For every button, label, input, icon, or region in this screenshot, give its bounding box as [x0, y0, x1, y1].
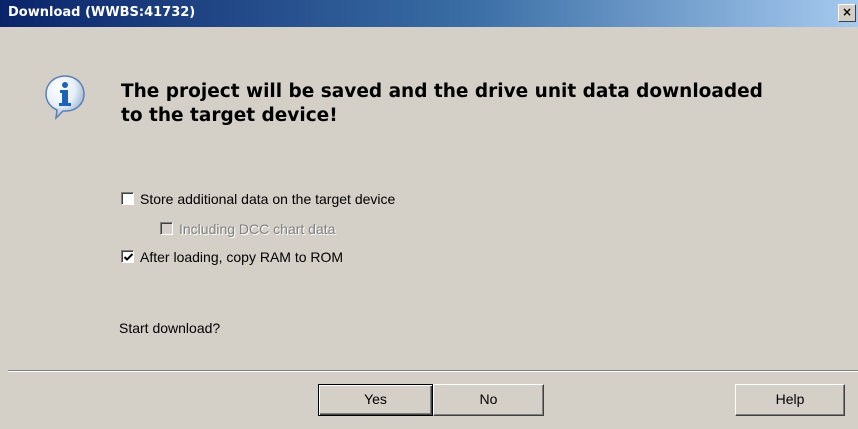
copy-ram-to-rom-checkbox[interactable] [121, 250, 134, 263]
store-additional-data-label: Store additional data on the target devi… [140, 191, 396, 207]
download-dialog: Download (WWBS:41732) × The project will… [0, 0, 858, 429]
title-bar[interactable]: Download (WWBS:41732) × [0, 0, 858, 27]
including-dcc-chart-data-checkbox [160, 222, 173, 235]
checkmark-icon [123, 253, 134, 261]
including-dcc-chart-data-label: Including DCC chart data [179, 221, 336, 237]
no-button[interactable]: No [433, 384, 544, 416]
info-icon [45, 75, 85, 120]
close-icon: × [841, 5, 853, 19]
copy-ram-to-rom-label: After loading, copy RAM to ROM [140, 249, 344, 265]
button-separator [8, 370, 858, 372]
yes-button[interactable]: Yes [318, 384, 433, 416]
start-download-prompt: Start download? [119, 320, 221, 336]
dialog-message: The project will be saved and the drive … [121, 81, 763, 126]
close-button[interactable]: × [838, 4, 856, 22]
store-additional-data-checkbox[interactable] [121, 192, 134, 205]
window-title: Download (WWBS:41732) [8, 5, 196, 20]
help-button[interactable]: Help [735, 384, 845, 416]
